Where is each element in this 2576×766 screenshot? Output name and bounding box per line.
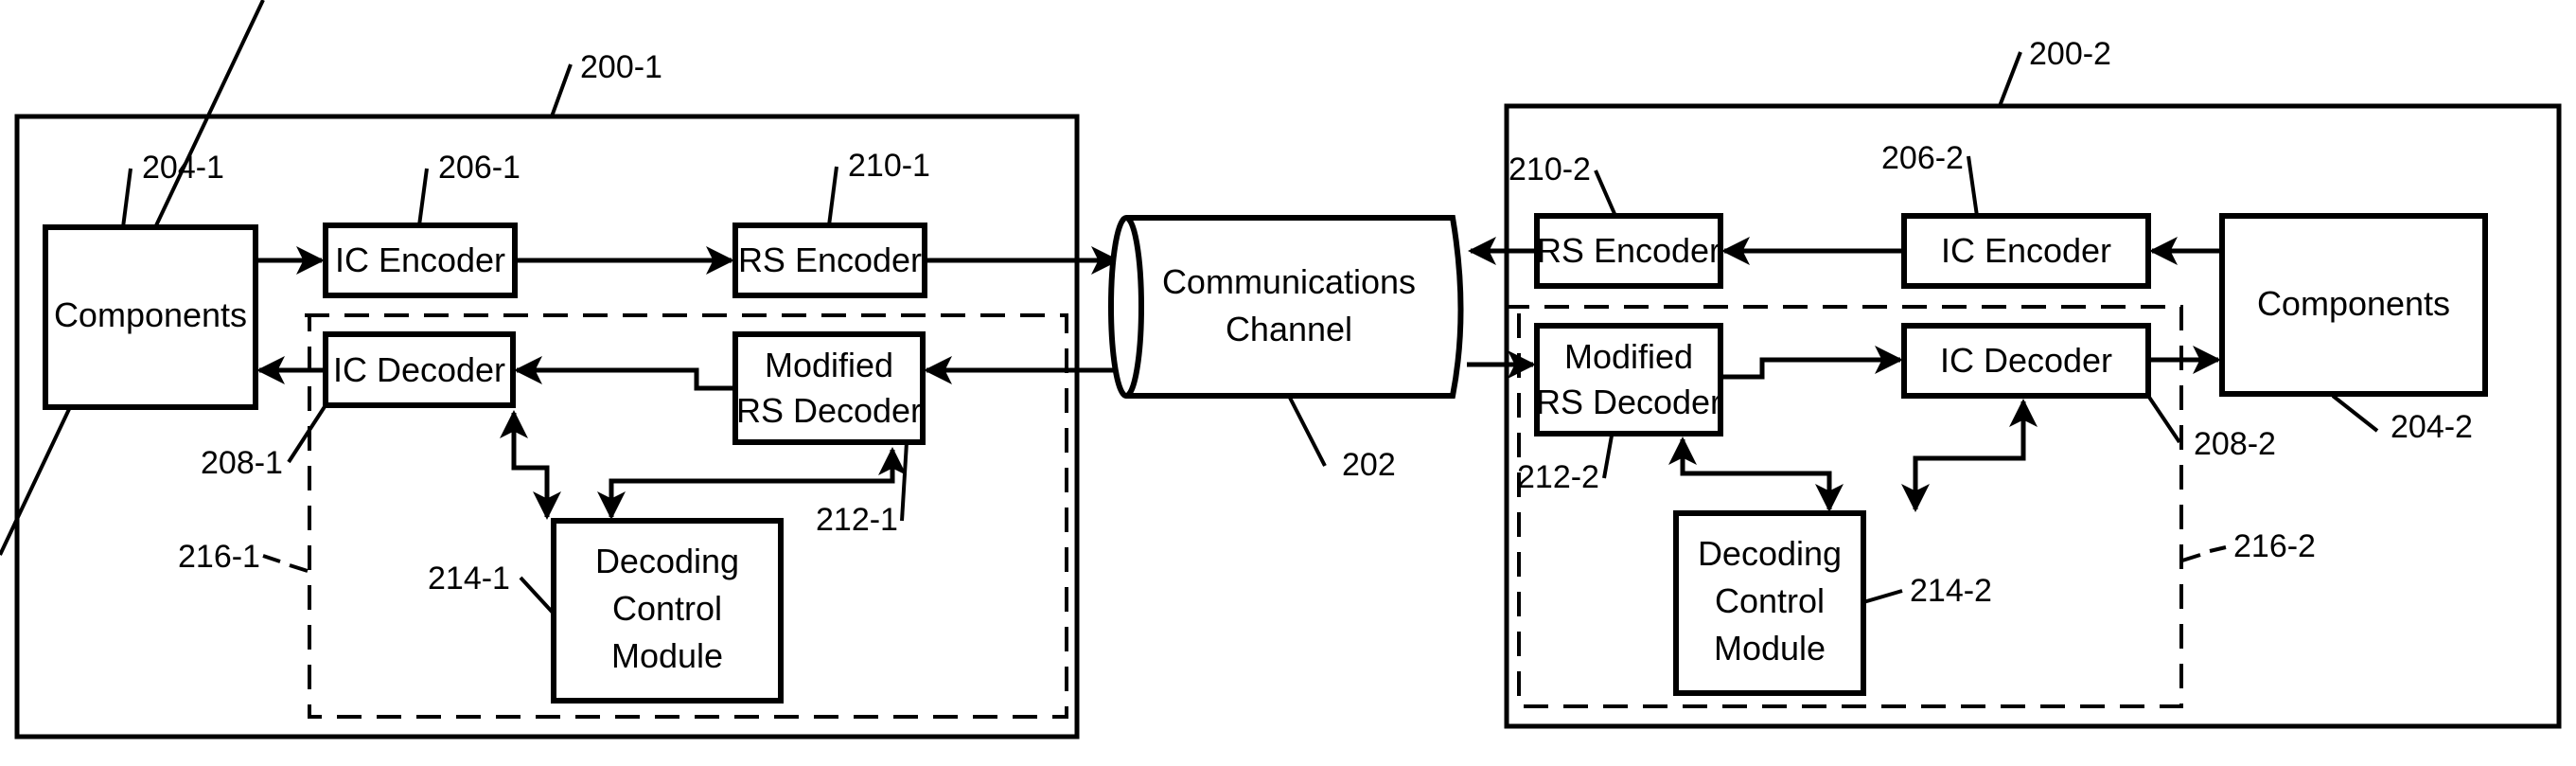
- components-1-leader: [121, 168, 132, 228]
- channel-end-cap: [1108, 215, 1144, 399]
- communications-channel: Communications Channel 202: [1108, 215, 1464, 483]
- channel-label-line1: Communications: [1162, 262, 1416, 301]
- diagram-canvas: 200-1 216-1 Components 204-1 IC Encoder …: [0, 0, 2562, 739]
- decoder-group-1-leader: [262, 554, 281, 563]
- device-1-ref: 200-1: [580, 49, 662, 85]
- rs-encoder-1-ref: 210-1: [848, 148, 930, 184]
- arrow-mod-rs-decoder-dcm-bidirectional-2: [1668, 436, 1844, 512]
- decoder-group-1-leader-tail: [289, 563, 309, 573]
- ic-encoder-1-ref: 206-1: [438, 150, 520, 186]
- ic-encoder-1-leader: [417, 168, 429, 226]
- channel-label-line2: Channel: [1226, 310, 1352, 348]
- arrow-ic-decoder-dcm-bidirectional-1: [500, 410, 561, 520]
- modified-rs-decoder-2-label-line1: Modified: [1564, 337, 1693, 376]
- decoder-group-2-leader: [2181, 553, 2201, 562]
- decoder-group-2-leader-tail: [2209, 545, 2227, 553]
- decoder-group-2-ref: 216-2: [2233, 528, 2316, 564]
- device-2-leader: [1998, 51, 2022, 107]
- modified-rs-decoder-2-ref: 212-2: [1517, 459, 1599, 495]
- arrow-ic-decoder-dcm-bidirectional-2: [1901, 399, 2038, 512]
- device-200-2: 200-2 216-2 Components 204-2 IC Encoder …: [1467, 36, 2562, 729]
- channel-body[interactable]: [1126, 215, 1464, 399]
- channel-leader: [1288, 397, 1327, 467]
- ic-decoder-2-leader: [2146, 394, 2181, 444]
- modified-rs-decoder-2-label-line2: RS Decoder: [1536, 383, 1721, 421]
- dcm-1-label-line3: Module: [611, 636, 723, 675]
- components-2-label: Components: [2257, 284, 2450, 323]
- arrow-mod-rs-decoder-to-ic-decoder-2: [1722, 346, 1903, 380]
- device-200-1: 200-1 216-1 Components 204-1 IC Encoder …: [0, 0, 1130, 739]
- dcm-1-label-line1: Decoding: [595, 542, 739, 580]
- modified-rs-decoder-2-leader: [1602, 435, 1614, 479]
- ic-decoder-1-leader: [287, 403, 327, 464]
- rs-encoder-1-leader: [827, 166, 838, 226]
- components-2-leader: [2331, 394, 2379, 433]
- ic-encoder-1-label: IC Encoder: [335, 240, 505, 279]
- ic-encoder-2-ref: 206-2: [1881, 140, 1964, 176]
- dcm-2-label-line3: Module: [1714, 629, 1826, 668]
- device-1-leader: [550, 63, 573, 117]
- ic-encoder-2-label: IC Encoder: [1941, 231, 2111, 270]
- ic-decoder-1-label: IC Decoder: [333, 350, 505, 389]
- components-2-ref: 204-2: [2391, 409, 2473, 445]
- dcm-2-label-line2: Control: [1715, 581, 1825, 620]
- decoder-group-1-ref: 216-1: [178, 539, 260, 575]
- dcm-1-leader: [519, 576, 556, 615]
- modified-rs-decoder-1-label-line1: Modified: [765, 346, 893, 384]
- rs-encoder-2-leader: [1594, 169, 1617, 217]
- dcm-2-label-line1: Decoding: [1698, 534, 1842, 573]
- dcm-2-ref: 214-2: [1910, 573, 1992, 609]
- ic-encoder-2-leader: [1967, 155, 1979, 217]
- rs-encoder-2-label: RS Encoder: [1537, 231, 1720, 270]
- arrow-mod-rs-decoder-to-ic-decoder-1: [514, 356, 733, 391]
- modified-rs-decoder-1-label-line2: RS Decoder: [736, 391, 922, 430]
- rs-encoder-1-label: RS Encoder: [738, 240, 922, 279]
- dcm-2-leader: [1862, 589, 1903, 604]
- device-2-ref: 200-2: [2029, 36, 2111, 72]
- components-1-ref: 204-1: [142, 150, 224, 186]
- dcm-1-ref: 214-1: [428, 561, 510, 597]
- channel-ref: 202: [1342, 447, 1396, 483]
- modified-rs-decoder-1-leader: [900, 441, 909, 522]
- rs-encoder-2-ref: 210-2: [1509, 151, 1591, 187]
- dcm-1-label-line2: Control: [612, 589, 722, 628]
- ic-decoder-2-label: IC Decoder: [1940, 341, 2112, 380]
- modified-rs-decoder-1-ref: 212-1: [816, 502, 898, 538]
- components-1-label: Components: [54, 295, 247, 334]
- ic-decoder-1-ref: 208-1: [201, 445, 283, 481]
- ic-decoder-2-ref: 208-2: [2194, 426, 2276, 462]
